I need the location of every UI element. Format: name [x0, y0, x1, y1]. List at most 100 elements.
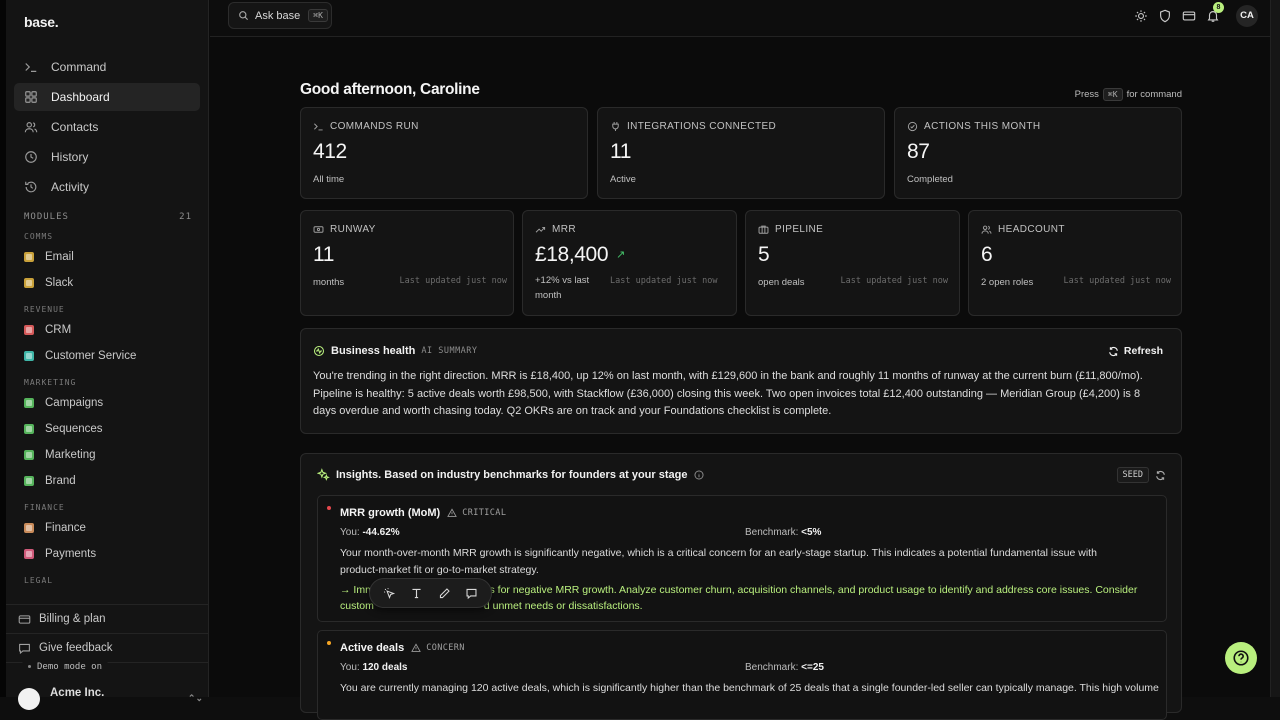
- history-icon: [25, 181, 37, 193]
- shield-icon[interactable]: [1158, 9, 1172, 23]
- stat-card-commands[interactable]: COMMANDS RUN 412 All time: [300, 107, 588, 199]
- stat-sub: open deals: [758, 277, 805, 288]
- warning-icon: [447, 508, 458, 517]
- module-label: Sequences: [45, 423, 103, 435]
- stat-label: RUNWAY: [313, 224, 376, 235]
- rec-part: custom: [340, 600, 374, 612]
- sidebar-nav: Command Dashboard Contacts History Activ…: [14, 53, 200, 203]
- stat-updated: Last updated just now: [610, 276, 718, 286]
- sidebar-item-activity[interactable]: Activity: [14, 173, 200, 201]
- modules-header: MODULES 21: [24, 212, 192, 222]
- stat-sub: +12% vs last month: [535, 275, 590, 301]
- search-label: Ask base: [255, 9, 301, 22]
- stat-card-mrr[interactable]: MRR £18,400 ↗ +12% vs last month Last upd…: [522, 210, 737, 316]
- pen-tool-icon[interactable]: [438, 587, 451, 600]
- crm-icon: [24, 325, 34, 335]
- you-value: 120 deals: [362, 662, 408, 673]
- you-label: You:: [340, 527, 360, 538]
- stat-card-headcount[interactable]: HEADCOUNT 6 2 open roles Last updated ju…: [968, 210, 1182, 316]
- megaphone-icon: [24, 450, 34, 460]
- user-avatar[interactable]: CA: [1236, 5, 1258, 27]
- feedback-label: Give feedback: [39, 642, 113, 654]
- scrollbar[interactable]: [1270, 0, 1280, 697]
- insight-benchmark: Benchmark: <5%: [745, 527, 821, 538]
- refresh-button[interactable]: Refresh: [1108, 345, 1163, 357]
- insight-text: Your month-over-month MRR growth is sign…: [340, 547, 1097, 576]
- module-item-customer-service[interactable]: Customer Service: [14, 343, 200, 369]
- module-label: Campaigns: [45, 397, 104, 409]
- stat-sub: months: [313, 277, 345, 288]
- comment-tool-icon[interactable]: [465, 587, 478, 600]
- module-item-crm[interactable]: CRM: [14, 317, 200, 343]
- stage-badge[interactable]: SEED: [1116, 467, 1149, 483]
- info-icon[interactable]: [694, 470, 704, 480]
- top-bar: Ask base ⌘K 8 CA: [210, 0, 1270, 37]
- sidebar-item-command[interactable]: Command: [14, 53, 200, 81]
- module-item-finance[interactable]: Finance: [14, 515, 200, 541]
- sun-icon[interactable]: [1134, 9, 1148, 23]
- top-actions: 8 CA: [1124, 2, 1258, 27]
- stat-label-text: RUNWAY: [330, 224, 376, 235]
- search-button[interactable]: Ask base ⌘K: [228, 2, 332, 29]
- card-icon: [24, 549, 34, 559]
- module-item-brand[interactable]: Brand: [14, 468, 200, 494]
- headset-icon: [24, 351, 34, 361]
- insight-you: You: 120 deals: [340, 662, 407, 673]
- module-groups: COMMS Email Slack REVENUE CRM Customer S…: [14, 232, 200, 588]
- slack-icon: [24, 278, 34, 288]
- finance-icon: [24, 523, 34, 533]
- sidebar-item-dashboard[interactable]: Dashboard: [14, 83, 200, 111]
- wallet-icon[interactable]: [1182, 9, 1196, 23]
- module-item-payments[interactable]: Payments: [14, 541, 200, 567]
- health-title: Business health AI SUMMARY: [313, 345, 478, 357]
- sidebar: base. Command Dashboard Contacts History…: [6, 0, 209, 710]
- refresh-icon[interactable]: [1155, 470, 1166, 481]
- sidebar-item-label: Dashboard: [51, 90, 110, 104]
- you-value: -44.62%: [362, 527, 400, 538]
- billing-button[interactable]: Billing & plan: [6, 605, 209, 634]
- stat-value: 87: [907, 140, 930, 163]
- insights-title-text: Insights. Based on industry benchmarks f…: [336, 468, 688, 481]
- module-label: Payments: [45, 548, 97, 560]
- stat-value-text: £18,400: [535, 243, 609, 266]
- insight-title: MRR growth (MoM): [340, 507, 441, 519]
- insight-text: You are currently managing 120 active de…: [340, 682, 1160, 694]
- module-item-marketing[interactable]: Marketing: [14, 442, 200, 468]
- stat-card-integrations[interactable]: INTEGRATIONS CONNECTED 11 Active: [597, 107, 885, 199]
- group-title-legal: LEGAL: [24, 576, 54, 585]
- stat-value: 11: [610, 140, 631, 163]
- workspace-switcher[interactable]: Acme Inc. ⌃⌄: [18, 676, 203, 710]
- terminal-icon: [25, 63, 37, 72]
- logo[interactable]: base.: [24, 14, 59, 30]
- module-item-campaigns[interactable]: Campaigns: [14, 390, 200, 416]
- stat-card-runway[interactable]: RUNWAY 11 months Last updated just now: [300, 210, 514, 316]
- stat-value: £18,400 ↗: [535, 243, 625, 267]
- module-item-email[interactable]: Email: [14, 244, 200, 270]
- module-item-slack[interactable]: Slack: [14, 270, 200, 296]
- benchmark-label: Benchmark:: [745, 662, 799, 673]
- stat-label: PIPELINE: [758, 224, 823, 235]
- sidebar-footer: Billing & plan Give feedback: [6, 604, 209, 663]
- ai-summary-tag: AI SUMMARY: [421, 346, 478, 356]
- billing-label: Billing & plan: [39, 613, 106, 625]
- floating-toolbar: [369, 578, 492, 608]
- message-icon: [19, 643, 30, 654]
- severity-dot: [327, 506, 331, 510]
- severity-label: CRITICAL: [462, 508, 507, 518]
- users-icon: [24, 122, 38, 133]
- select-tool-icon[interactable]: [383, 587, 396, 600]
- hint-suffix: for command: [1126, 89, 1182, 100]
- text-tool-icon[interactable]: [410, 587, 423, 600]
- stat-card-pipeline[interactable]: PIPELINE 5 open deals Last updated just …: [745, 210, 960, 316]
- terminal-icon: [314, 123, 323, 131]
- module-item-sequences[interactable]: Sequences: [14, 416, 200, 442]
- sidebar-item-label: Activity: [51, 180, 90, 194]
- group-title-revenue: REVENUE: [24, 305, 65, 314]
- stat-updated: Last updated just now: [399, 276, 507, 286]
- feedback-button[interactable]: Give feedback: [6, 634, 209, 663]
- sidebar-item-history[interactable]: History: [14, 143, 200, 171]
- stat-card-actions[interactable]: ACTIONS THIS MONTH 87 Completed: [894, 107, 1182, 199]
- sidebar-item-contacts[interactable]: Contacts: [14, 113, 200, 141]
- help-button[interactable]: [1225, 642, 1257, 674]
- notifications-button[interactable]: 8: [1206, 2, 1224, 23]
